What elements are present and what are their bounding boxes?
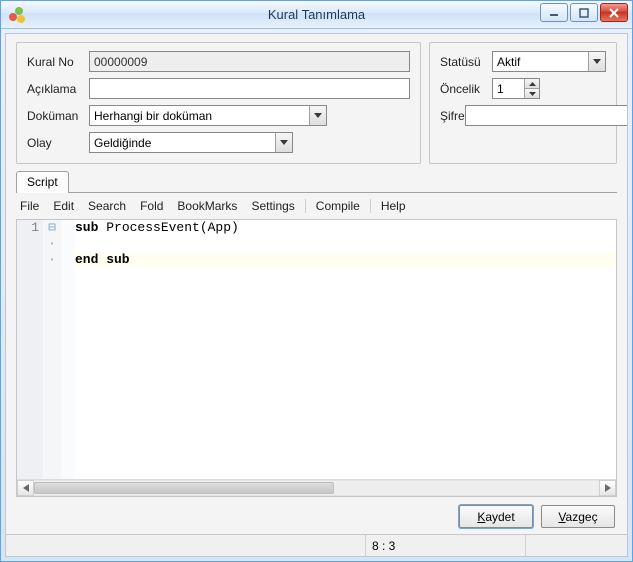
top-form-row: Kural No Açıklama Doküman Herhangi bir d… bbox=[6, 34, 627, 170]
dokuman-label: Doküman bbox=[27, 109, 89, 123]
cancel-button[interactable]: Vazgeç bbox=[541, 505, 615, 528]
chevron-down-icon bbox=[275, 133, 292, 152]
code-keyword: end sub bbox=[75, 252, 130, 267]
tabs-bar: Script bbox=[16, 170, 617, 192]
cancel-label-rest: azgeç bbox=[566, 510, 598, 524]
sifre-field[interactable] bbox=[465, 105, 628, 126]
action-row: Kaydet Vazgeç bbox=[6, 497, 627, 534]
editor: 1 ⊟ · · sub ProcessEvent(App) bbox=[16, 219, 617, 497]
left-fieldset: Kural No Açıklama Doküman Herhangi bir d… bbox=[16, 42, 421, 164]
scroll-thumb[interactable] bbox=[34, 482, 334, 494]
kural-no-label: Kural No bbox=[27, 55, 89, 69]
gutter-margin bbox=[61, 220, 75, 479]
editor-body[interactable]: 1 ⊟ · · sub ProcessEvent(App) bbox=[17, 220, 616, 479]
status-select[interactable]: Aktif bbox=[492, 51, 606, 72]
code-text: ProcessEvent(App) bbox=[106, 220, 239, 235]
scroll-track[interactable] bbox=[34, 480, 599, 496]
scroll-left-icon[interactable] bbox=[17, 480, 34, 496]
gutter-fold: ⊟ · · bbox=[43, 220, 61, 479]
spin-down-icon[interactable] bbox=[524, 88, 539, 98]
kural-no-field[interactable] bbox=[89, 51, 410, 72]
aciklama-label: Açıklama bbox=[27, 82, 89, 96]
chevron-down-icon bbox=[588, 52, 605, 71]
spin-up-icon[interactable] bbox=[524, 79, 539, 88]
dokuman-select[interactable]: Herhangi bir doküman bbox=[89, 105, 327, 126]
close-icon bbox=[609, 8, 619, 18]
oncelik-value: 1 bbox=[493, 79, 524, 98]
scroll-right-icon[interactable] bbox=[599, 480, 616, 496]
sifre-label: Şifre bbox=[440, 109, 465, 123]
oncelik-stepper[interactable]: 1 bbox=[492, 78, 540, 99]
dokuman-value: Herhangi bir doküman bbox=[90, 106, 309, 125]
window-title: Kural Tanımlama bbox=[1, 7, 632, 22]
minimize-icon bbox=[549, 8, 559, 18]
olay-label: Olay bbox=[27, 136, 89, 150]
client-area: Kural No Açıklama Doküman Herhangi bir d… bbox=[5, 33, 628, 557]
status-label: Statüsü bbox=[440, 55, 492, 69]
code-blank-line bbox=[75, 236, 616, 252]
chevron-down-icon bbox=[309, 106, 326, 125]
menu-fold[interactable]: Fold bbox=[140, 199, 163, 213]
tabs-area: Script bbox=[6, 170, 627, 193]
tab-script[interactable]: Script bbox=[16, 171, 69, 193]
minimize-button[interactable] bbox=[540, 3, 568, 22]
editor-menu: File Edit Search Fold BookMarks Settings… bbox=[6, 193, 627, 219]
status-cell-rest bbox=[526, 535, 627, 556]
menu-search[interactable]: Search bbox=[88, 199, 126, 213]
menu-settings[interactable]: Settings bbox=[251, 199, 294, 213]
status-value: Aktif bbox=[493, 52, 588, 71]
horizontal-scrollbar[interactable] bbox=[17, 479, 616, 496]
fold-dot-icon: · bbox=[43, 236, 61, 252]
app-icon bbox=[9, 7, 25, 23]
fold-dot-icon: · bbox=[43, 252, 61, 268]
menu-file[interactable]: File bbox=[20, 199, 39, 213]
menu-bookmarks[interactable]: BookMarks bbox=[177, 199, 237, 213]
save-button[interactable]: Kaydet bbox=[459, 505, 533, 528]
olay-select[interactable]: Geldiğinde bbox=[89, 132, 293, 153]
menu-edit[interactable]: Edit bbox=[53, 199, 74, 213]
cancel-mnemonic: V bbox=[558, 510, 565, 524]
status-cell-empty bbox=[6, 535, 366, 556]
menu-separator bbox=[370, 199, 371, 213]
oncelik-label: Öncelik bbox=[440, 82, 492, 96]
line-number: 1 bbox=[17, 220, 39, 236]
menu-compile[interactable]: Compile bbox=[316, 199, 360, 213]
aciklama-field[interactable] bbox=[89, 78, 410, 99]
statusbar: 8 : 3 bbox=[6, 534, 627, 556]
window-frame: Kural Tanımlama Kural No Açıklama bbox=[0, 0, 633, 562]
menu-separator bbox=[305, 199, 306, 213]
code-area[interactable]: sub ProcessEvent(App) end sub bbox=[75, 220, 616, 479]
save-label-rest: aydet bbox=[485, 510, 514, 524]
gutter-linenumbers: 1 bbox=[17, 220, 43, 479]
close-button[interactable] bbox=[600, 3, 628, 22]
fold-minus-icon[interactable]: ⊟ bbox=[43, 220, 61, 236]
titlebar: Kural Tanımlama bbox=[1, 1, 632, 29]
tab-script-label: Script bbox=[27, 175, 58, 189]
olay-value: Geldiğinde bbox=[90, 133, 275, 152]
maximize-button[interactable] bbox=[570, 3, 598, 22]
menu-help[interactable]: Help bbox=[381, 199, 406, 213]
maximize-icon bbox=[579, 8, 589, 18]
right-fieldset: Statüsü Aktif Öncelik 1 bbox=[429, 42, 617, 164]
code-keyword: sub bbox=[75, 220, 106, 235]
window-controls bbox=[540, 3, 628, 22]
status-cursor-position: 8 : 3 bbox=[366, 535, 526, 556]
